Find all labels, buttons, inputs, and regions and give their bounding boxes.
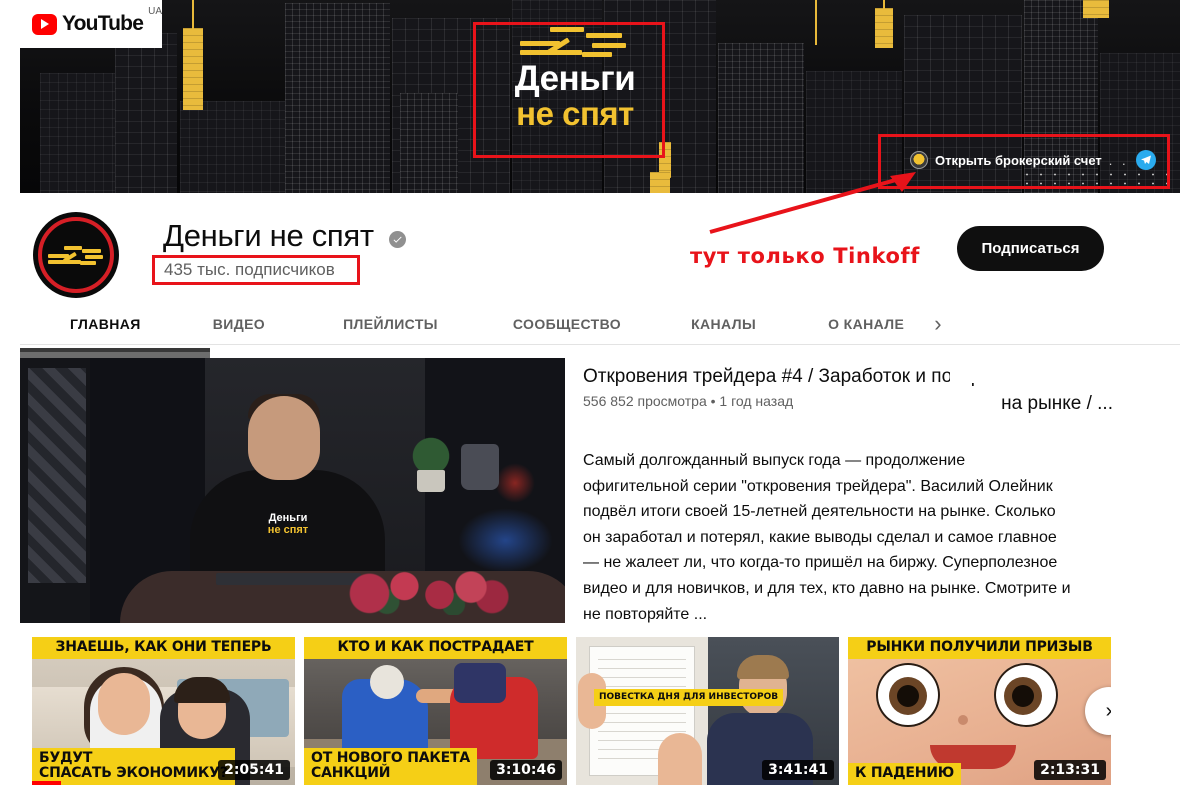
- thumb-woman-face: [98, 673, 150, 735]
- video-duration: 3:41:41: [762, 760, 834, 780]
- subscribe-button[interactable]: Подписаться: [957, 226, 1104, 271]
- featured-video-description: Самый долгожданный выпуск года — продолж…: [583, 452, 1071, 623]
- video-duration: 2:13:31: [1034, 760, 1106, 780]
- annotation-tinkoff-note: тут только Tinkoff: [690, 244, 920, 268]
- featured-video-thumbnail[interactable]: Деньги не спят: [20, 358, 565, 623]
- thumb-caption-top: РЫНКИ ПОЛУЧИЛИ ПРИЗЫВ: [848, 637, 1111, 659]
- chevron-right-icon[interactable]: ›: [934, 312, 941, 335]
- banner-candlestick: [875, 8, 893, 48]
- scene-kettle: [461, 444, 499, 490]
- thumb-hand-right: [658, 733, 702, 785]
- banner-candlestick-wick: [815, 0, 817, 45]
- banner-building: [40, 73, 115, 193]
- thumb-caption-top: ЗНАЕШЬ, КАК ОНИ ТЕПЕРЬ: [32, 637, 295, 659]
- featured-title-line1: Откровения трейдера #4 / Заработок и пот…: [583, 366, 992, 387]
- thumb-red-figure-head: [454, 663, 506, 703]
- thumb-caption-top: КТО И КАК ПОСТРАДАЕТ: [304, 637, 567, 659]
- tab-channels[interactable]: КАНАЛЫ: [691, 316, 756, 332]
- shirt-logo-line1: Деньги: [268, 511, 308, 524]
- tab-community[interactable]: СООБЩЕСТВО: [513, 316, 621, 332]
- channel-tabs: ГЛАВНАЯ ВИДЕО ПЛЕЙЛИСТЫ СООБЩЕСТВО КАНАЛ…: [20, 303, 1180, 345]
- youtube-logo-text: YouTube: [61, 12, 144, 35]
- thumb-eye-right: [994, 663, 1058, 727]
- banner-building: [115, 33, 177, 193]
- video-duration: 2:05:41: [218, 760, 290, 780]
- video-card[interactable]: РЫНКИ ПОЛУЧИЛИ ПРИЗЫВ К ПАДЕНИЮ 2:13:31 …: [848, 637, 1111, 785]
- scene-plant-pot: [417, 470, 445, 492]
- annotation-box-subscribers: [152, 255, 360, 285]
- scene-flowers: [338, 567, 513, 615]
- thumb-caption-label: ПОВЕСТКА ДНЯ ДЛЯ ИНВЕСТОРОВ: [594, 689, 784, 706]
- youtube-country-code: UA: [148, 6, 162, 17]
- thumb-pupil-left: [897, 685, 919, 707]
- tab-about[interactable]: О КАНАЛЕ: [828, 316, 904, 332]
- scene-red-light: [495, 463, 535, 503]
- video-card[interactable]: ПОВЕСТКА ДНЯ ДЛЯ ИНВЕСТОРОВ 3:41:41: [576, 637, 839, 785]
- thumb-caption-bottom: К ПАДЕНИЮ: [848, 763, 961, 785]
- banner-candlestick: [1083, 0, 1109, 18]
- thumb-nose: [958, 715, 968, 725]
- banner-candlestick-wick: [883, 0, 885, 10]
- scene-blue-light: [458, 508, 553, 573]
- thumb-caption-bottom: БУДУТ СПАСАТЬ ЭКОНОМИКУ?: [32, 747, 235, 785]
- watch-progress-bar: [32, 781, 61, 785]
- verified-check-icon: [389, 231, 406, 248]
- presenter-shirt-logo: Деньги не спят: [256, 508, 320, 542]
- banner-candlestick-wick: [192, 0, 194, 30]
- thumb-pupil-right: [1012, 685, 1034, 707]
- youtube-logo[interactable]: YouTube UA: [20, 0, 162, 48]
- annotation-arrow: [709, 172, 916, 234]
- tab-playlists[interactable]: ПЛЕЙЛИСТЫ: [343, 316, 438, 332]
- annotation-box-logo: [473, 22, 665, 158]
- banner-building: [400, 93, 458, 193]
- thumb-person-hair: [737, 655, 789, 679]
- thumb-iris-right: [1004, 677, 1042, 715]
- thumb-caption-bottom: ОТ НОВОГО ПАКЕТА САНКЦИЙ: [304, 747, 477, 785]
- thumb-blue-figure-head: [370, 665, 404, 699]
- title-overflow-mask: [950, 355, 1200, 383]
- shirt-logo-line2: не спят: [267, 523, 309, 536]
- banner-candlestick: [183, 28, 203, 110]
- video-card[interactable]: КТО И КАК ПОСТРАДАЕТ ОТ НОВОГО ПАКЕТА СА…: [304, 637, 567, 785]
- thumb-iris-left: [889, 677, 927, 715]
- channel-avatar[interactable]: [33, 212, 119, 298]
- scene-wall-panel: [28, 368, 86, 583]
- channel-avatar-zzz: [48, 245, 104, 265]
- tab-home[interactable]: ГЛАВНАЯ: [70, 316, 141, 332]
- tab-videos[interactable]: ВИДЕО: [213, 316, 265, 332]
- channel-name: Деньги не спят: [163, 218, 374, 253]
- video-card[interactable]: ЗНАЕШЬ, КАК ОНИ ТЕПЕРЬ БУДУТ СПАСАТЬ ЭКО…: [32, 637, 295, 785]
- featured-video-meta: 556 852 просмотра • 1 год назад: [583, 393, 794, 409]
- presenter-head: [248, 396, 320, 480]
- youtube-play-icon: [32, 13, 57, 35]
- banner-candlestick: [650, 172, 670, 193]
- video-carousel: ЗНАЕШЬ, КАК ОНИ ТЕПЕРЬ БУДУТ СПАСАТЬ ЭКО…: [32, 637, 1111, 785]
- video-duration: 3:10:46: [490, 760, 562, 780]
- youtube-channel-page: YouTube UA Деньги не спят Открыть брокер…: [0, 0, 1200, 800]
- banner-building: [180, 101, 290, 193]
- thumb-eye-left: [876, 663, 940, 727]
- banner-building: [285, 3, 390, 193]
